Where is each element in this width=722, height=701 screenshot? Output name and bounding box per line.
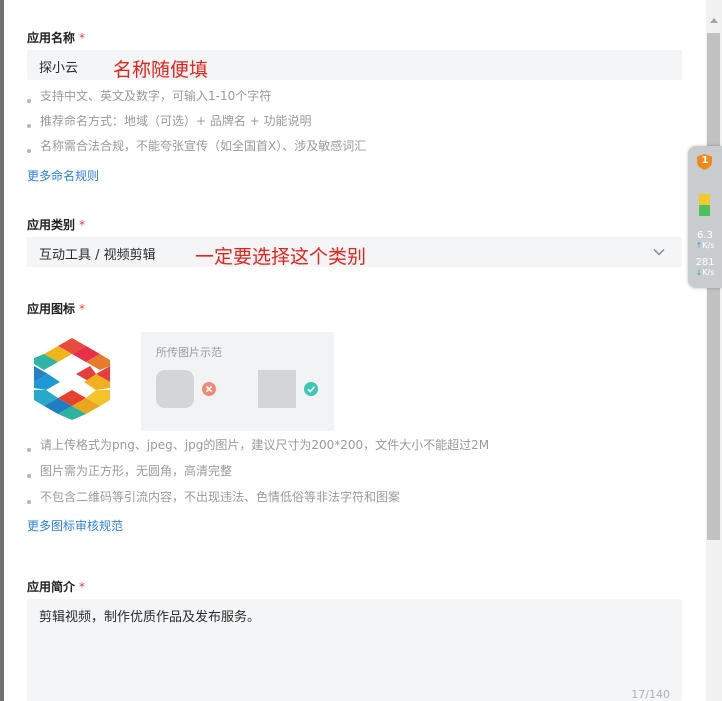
hint-item: 不包含二维码等引流内容，不出现违法、色情低俗等非法字符和图案 <box>27 488 400 505</box>
required-mark: * <box>79 31 86 45</box>
chevron-down-icon <box>653 248 665 256</box>
app-name-label: 应用名称 * <box>27 29 85 46</box>
bullet-dot <box>27 500 31 504</box>
required-mark: * <box>79 302 86 316</box>
app-category-label: 应用类别 * <box>27 216 85 233</box>
upload-speed-value: 6.3 <box>697 230 713 241</box>
upload-speed-row: ↑K/s <box>688 241 722 250</box>
window-left-edge <box>0 0 4 701</box>
network-speed-widget[interactable]: 1 6.3 ↑K/s 281 ↓K/s <box>688 146 722 288</box>
upload-speed-unit: K/s <box>702 241 715 250</box>
app-intro-value: 剪辑视频，制作优质作品及发布服务。 <box>39 610 261 625</box>
hint-item: 支持中文、英文及数字，可输入1-10个字符 <box>27 87 271 104</box>
scroll-up-arrow-icon[interactable] <box>710 18 718 23</box>
battery-icon <box>699 194 710 216</box>
hint-item: 请上传格式为png、jpeg、jpg的图片，建议尺寸为200*200，文件大小不… <box>27 436 489 453</box>
hint-text: 名称需合法合规，不能夸张宣传（如全国首X）、涉及敏感词汇 <box>40 139 367 153</box>
required-mark: * <box>79 580 86 594</box>
required-mark: * <box>79 218 86 232</box>
app-intro-label-text: 应用简介 <box>27 580 76 594</box>
square-icon-example <box>258 370 296 408</box>
app-intro-textarea[interactable]: 剪辑视频，制作优质作品及发布服务。 17/140 <box>27 599 682 701</box>
hint-text: 推荐命名方式：地域（可选）+ 品牌名 + 功能说明 <box>40 114 312 128</box>
more-naming-rules-link[interactable]: 更多命名规则 <box>27 167 99 184</box>
rounded-icon-example <box>156 370 194 408</box>
more-icon-rules-link[interactable]: 更多图标审核规范 <box>27 517 123 534</box>
shield-badge-number: 1 <box>701 155 709 166</box>
app-category-annotation: 一定要选择这个类别 <box>195 246 367 268</box>
download-speed-unit: K/s <box>702 268 715 277</box>
app-icon-image[interactable] <box>30 336 114 420</box>
app-category-label-text: 应用类别 <box>27 218 76 232</box>
bullet-dot <box>27 474 31 478</box>
hint-item: 推荐命名方式：地域（可选）+ 品牌名 + 功能说明 <box>27 112 312 129</box>
bullet-dot <box>27 99 31 103</box>
hint-item: 图片需为正方形，无圆角，高清完整 <box>27 462 232 479</box>
hint-text: 图片需为正方形，无圆角，高清完整 <box>40 464 233 478</box>
download-speed-value: 281 <box>695 257 715 268</box>
app-icon-label-text: 应用图标 <box>27 302 76 316</box>
app-name-value: 探小云 <box>39 61 79 76</box>
hint-text: 不包含二维码等引流内容，不出现违法、色情低俗等非法字符和图案 <box>40 490 401 504</box>
bullet-dot <box>27 149 31 153</box>
check-icon <box>304 382 318 396</box>
app-category-value: 互动工具 / 视频剪辑 <box>39 248 156 263</box>
app-intro-label: 应用简介 * <box>27 578 85 595</box>
char-counter: 17/140 <box>631 688 670 701</box>
bullet-dot <box>27 124 31 128</box>
hint-text: 请上传格式为png、jpeg、jpg的图片，建议尺寸为200*200，文件大小不… <box>40 438 490 452</box>
icon-example-box: 所传图片示范 <box>141 332 334 431</box>
app-icon-label: 应用图标 * <box>27 300 85 317</box>
app-name-annotation: 名称随便填 <box>113 59 209 81</box>
download-speed-row: ↓K/s <box>688 268 722 277</box>
bullet-dot <box>27 448 31 452</box>
icon-example-title: 所传图片示范 <box>156 346 222 359</box>
hint-text: 支持中文、英文及数字，可输入1-10个字符 <box>40 89 272 103</box>
close-icon <box>202 382 216 396</box>
app-name-label-text: 应用名称 <box>27 31 76 45</box>
hint-item: 名称需合法合规，不能夸张宣传（如全国首X）、涉及敏感词汇 <box>27 137 366 154</box>
